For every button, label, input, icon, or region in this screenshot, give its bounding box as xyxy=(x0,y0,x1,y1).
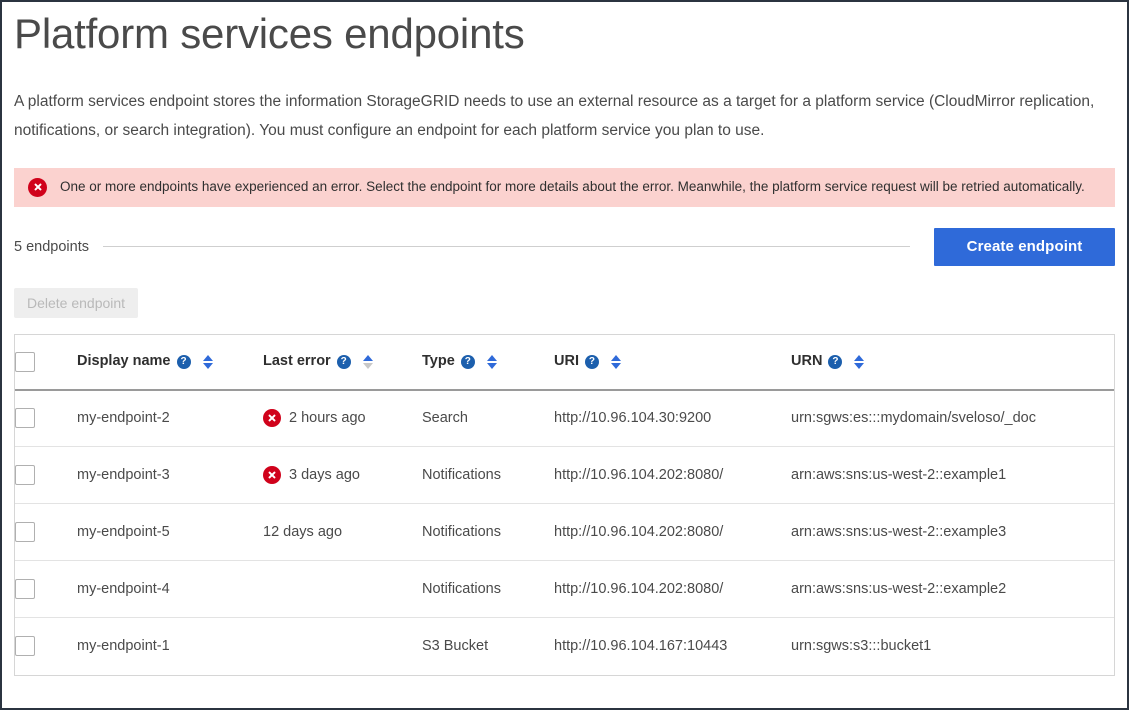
sort-icon-uri[interactable] xyxy=(611,355,621,369)
delete-toolbar: Delete endpoint xyxy=(14,288,1115,318)
endpoint-count-label: 5 endpoints xyxy=(14,239,103,255)
sort-icon-display-name[interactable] xyxy=(203,355,213,369)
column-label-uri: URI xyxy=(554,354,579,369)
row-checkbox[interactable] xyxy=(15,522,35,542)
cell-display-name: my-endpoint-3 xyxy=(77,447,263,504)
row-select-cell xyxy=(15,447,77,504)
cell-urn: urn:sgws:s3:::bucket1 xyxy=(791,618,1114,675)
endpoints-table-container: Display name ? Last error ? xyxy=(14,334,1115,676)
page-title: Platform services endpoints xyxy=(14,6,1115,61)
table-head: Display name ? Last error ? xyxy=(15,335,1114,390)
error-alert-message: One or more endpoints have experienced a… xyxy=(60,180,1085,194)
column-label-urn: URN xyxy=(791,354,822,369)
row-select-cell xyxy=(15,390,77,447)
table-header-row: Display name ? Last error ? xyxy=(15,335,1114,390)
cell-display-name: my-endpoint-5 xyxy=(77,504,263,561)
column-header-select xyxy=(15,335,77,390)
column-header-urn[interactable]: URN ? xyxy=(791,335,1114,390)
help-icon-uri[interactable]: ? xyxy=(585,355,599,369)
cell-uri: http://10.96.104.202:8080/ xyxy=(554,561,791,618)
delete-endpoint-button[interactable]: Delete endpoint xyxy=(14,288,138,318)
row-select-cell xyxy=(15,618,77,675)
cell-type: S3 Bucket xyxy=(422,618,554,675)
cell-type: Notifications xyxy=(422,447,554,504)
cell-display-name: my-endpoint-1 xyxy=(77,618,263,675)
cell-last-error: 3 days ago xyxy=(263,447,422,504)
cell-type: Search xyxy=(422,390,554,447)
toolbar-divider xyxy=(103,246,910,247)
error-alert-banner: One or more endpoints have experienced a… xyxy=(14,168,1115,207)
help-icon-display-name[interactable]: ? xyxy=(177,355,191,369)
cell-type: Notifications xyxy=(422,561,554,618)
cell-last-error xyxy=(263,618,422,675)
page-description: A platform services endpoint stores the … xyxy=(14,87,1104,145)
cell-display-name: my-endpoint-4 xyxy=(77,561,263,618)
row-checkbox[interactable] xyxy=(15,465,35,485)
row-checkbox[interactable] xyxy=(15,579,35,599)
table-toolbar: 5 endpoints Create endpoint xyxy=(14,228,1115,266)
sort-icon-type[interactable] xyxy=(487,355,497,369)
platform-services-endpoints-page: Platform services endpoints A platform s… xyxy=(0,0,1129,710)
sort-icon-last-error[interactable] xyxy=(363,355,373,369)
cell-urn: arn:aws:sns:us-west-2::example2 xyxy=(791,561,1114,618)
create-endpoint-button[interactable]: Create endpoint xyxy=(934,228,1115,266)
table-row[interactable]: my-endpoint-3 3 days ago Notificationshttp… xyxy=(15,447,1114,504)
error-circle-icon xyxy=(28,178,47,197)
cell-display-name: my-endpoint-2 xyxy=(77,390,263,447)
table-row[interactable]: my-endpoint-4 Notificationshttp://10.96.1… xyxy=(15,561,1114,618)
column-label-last-error: Last error xyxy=(263,354,331,369)
column-header-last-error[interactable]: Last error ? xyxy=(263,335,422,390)
help-icon-last-error[interactable]: ? xyxy=(337,355,351,369)
table-row[interactable]: my-endpoint-2 2 hours ago Searchhttp://10.… xyxy=(15,390,1114,447)
sort-icon-urn[interactable] xyxy=(854,355,864,369)
column-header-type[interactable]: Type ? xyxy=(422,335,554,390)
table-body: my-endpoint-22 hours agoSearchhttp://10.… xyxy=(15,390,1114,675)
help-icon-urn[interactable]: ? xyxy=(828,355,842,369)
cell-uri: http://10.96.104.167:10443 xyxy=(554,618,791,675)
cell-last-error: 12 days ago xyxy=(263,504,422,561)
row-select-cell xyxy=(15,504,77,561)
help-icon-type[interactable]: ? xyxy=(461,355,475,369)
column-header-uri[interactable]: URI ? xyxy=(554,335,791,390)
table-row[interactable]: my-endpoint-1 S3 Buckethttp://10.96.104.1… xyxy=(15,618,1114,675)
column-header-display-name[interactable]: Display name ? xyxy=(77,335,263,390)
column-label-display-name: Display name xyxy=(77,354,171,369)
cell-urn: urn:sgws:es:::mydomain/sveloso/_doc xyxy=(791,390,1114,447)
row-checkbox[interactable] xyxy=(15,636,35,656)
error-circle-icon xyxy=(263,466,281,484)
row-select-cell xyxy=(15,561,77,618)
cell-type: Notifications xyxy=(422,504,554,561)
row-checkbox[interactable] xyxy=(15,408,35,428)
cell-last-error xyxy=(263,561,422,618)
cell-urn: arn:aws:sns:us-west-2::example1 xyxy=(791,447,1114,504)
cell-urn: arn:aws:sns:us-west-2::example3 xyxy=(791,504,1114,561)
cell-uri: http://10.96.104.202:8080/ xyxy=(554,504,791,561)
table-row[interactable]: my-endpoint-512 days ago Notificationshtt… xyxy=(15,504,1114,561)
select-all-checkbox[interactable] xyxy=(15,352,35,372)
endpoints-table: Display name ? Last error ? xyxy=(15,335,1114,675)
error-circle-icon xyxy=(263,409,281,427)
last-error-text: 12 days ago xyxy=(263,525,342,540)
last-error-text: 3 days ago xyxy=(289,468,360,483)
column-label-type: Type xyxy=(422,354,455,369)
last-error-text: 2 hours ago xyxy=(289,411,366,426)
cell-uri: http://10.96.104.202:8080/ xyxy=(554,447,791,504)
cell-uri: http://10.96.104.30:9200 xyxy=(554,390,791,447)
cell-last-error: 2 hours ago xyxy=(263,390,422,447)
